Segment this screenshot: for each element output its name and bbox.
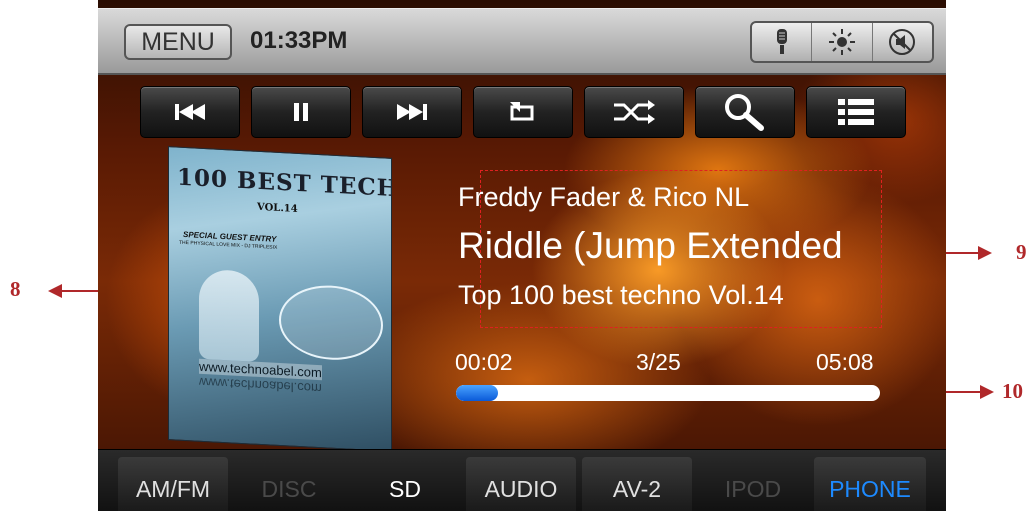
progress-bar[interactable]	[456, 385, 880, 401]
mute-icon	[889, 29, 916, 55]
album-art-volume: VOL.14	[257, 201, 298, 215]
track-album: Top 100 best techno Vol.14	[458, 280, 784, 310]
turntable-icon	[279, 282, 383, 363]
previous-track-icon	[175, 104, 205, 120]
source-ipod[interactable]: IPOD	[698, 457, 808, 511]
transport-controls	[140, 86, 910, 138]
source-bar: AM/FM DISC SD AUDIO AV-2 IPOD PHONE	[98, 449, 946, 511]
pause-icon	[294, 103, 308, 121]
callout-8-arrowhead	[48, 284, 62, 298]
total-time: 05:08	[816, 349, 874, 375]
shuffle-button[interactable]	[584, 86, 684, 138]
album-art-figure	[199, 268, 259, 362]
list-button[interactable]	[806, 86, 906, 138]
source-sd[interactable]: SD	[350, 457, 460, 511]
source-label: AUDIO	[484, 476, 558, 502]
source-av-2[interactable]: AV-2	[582, 457, 692, 511]
search-icon	[725, 94, 764, 131]
list-icon	[838, 99, 874, 125]
source-label: AM/FM	[135, 476, 211, 502]
next-track-icon	[397, 104, 427, 120]
mute-button[interactable]	[873, 23, 932, 61]
clock: 01:33PM	[250, 27, 348, 54]
source-disc[interactable]: DISC	[234, 457, 344, 511]
source-label: PHONE	[829, 476, 911, 502]
callout-9-label: 9	[1016, 240, 1027, 264]
top-bar: MENU 01:33PM	[98, 8, 946, 75]
brightness-button[interactable]	[812, 23, 873, 61]
microphone-icon	[776, 29, 787, 54]
menu-button[interactable]: MENU	[124, 24, 232, 60]
next-button[interactable]	[362, 86, 462, 138]
shuffle-icon	[614, 100, 655, 124]
track-index: 3/25	[636, 349, 681, 375]
album-art-title: 100 BEST TECHNO	[177, 163, 392, 205]
head-unit-screen: MENU 01:33PM 100 BEST TECHNO VOL.14 SPEC…	[98, 0, 946, 511]
track-title: Riddle (Jump Extended	[458, 225, 843, 266]
source-label: AV-2	[612, 476, 662, 502]
track-artist: Freddy Fader & Rico NL	[458, 182, 750, 212]
source-label: IPOD	[724, 476, 782, 502]
source-label: DISC	[261, 476, 317, 502]
album-art: 100 BEST TECHNO VOL.14 SPECIAL GUEST ENT…	[168, 146, 392, 452]
callout-8-label: 8	[10, 277, 21, 301]
previous-button[interactable]	[140, 86, 240, 138]
source-label: SD	[389, 476, 421, 502]
callout-10-arrowhead	[980, 385, 994, 399]
callout-10-label: 10	[1002, 379, 1023, 403]
callout-9-arrowhead	[978, 246, 992, 260]
top-button-group	[750, 21, 934, 63]
repeat-icon	[510, 102, 534, 121]
microphone-button[interactable]	[752, 23, 813, 61]
source-audio[interactable]: AUDIO	[466, 457, 576, 511]
brightness-icon	[828, 29, 855, 55]
search-button[interactable]	[695, 86, 795, 138]
source-phone[interactable]: PHONE	[814, 457, 926, 511]
repeat-button[interactable]	[473, 86, 573, 138]
elapsed-time: 00:02	[455, 349, 513, 375]
source-am-fm[interactable]: AM/FM	[118, 457, 228, 511]
pause-button[interactable]	[251, 86, 351, 138]
progress-fill	[456, 385, 499, 401]
